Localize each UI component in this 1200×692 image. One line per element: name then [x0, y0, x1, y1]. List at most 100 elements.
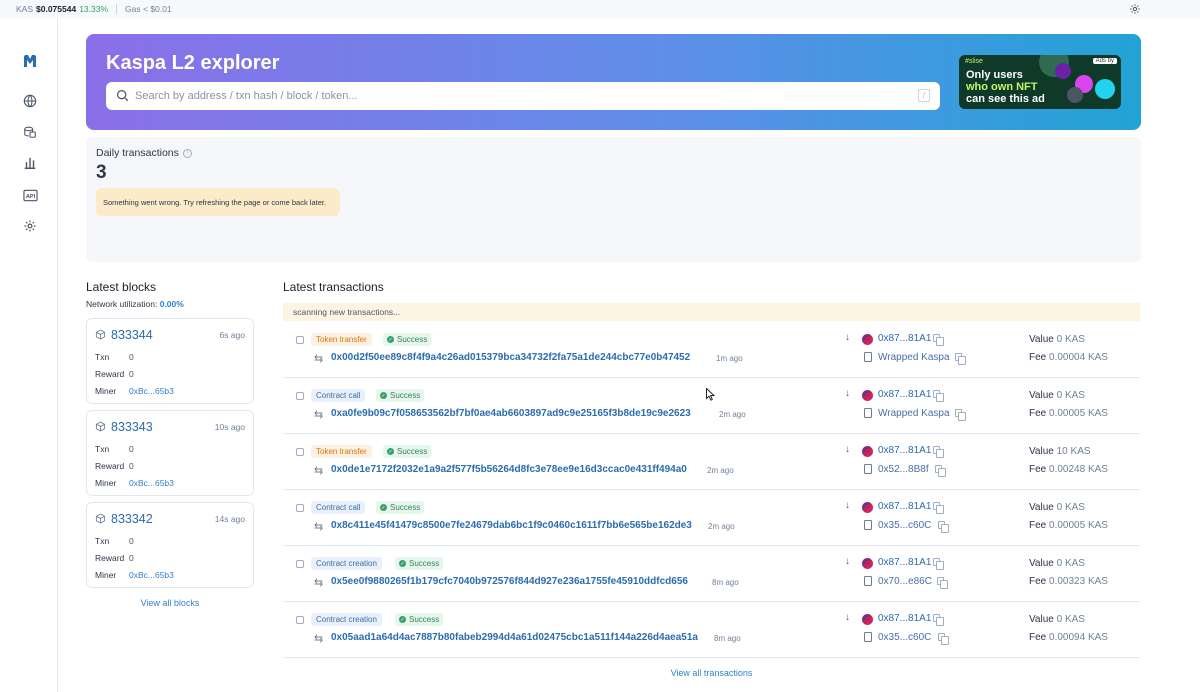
block-number[interactable]: 833343 — [111, 420, 153, 434]
from-address-link[interactable]: 0x87...81A1 — [878, 613, 931, 624]
gear-icon[interactable] — [1129, 3, 1141, 15]
fee-label: Fee — [1029, 352, 1047, 363]
to-address-link[interactable]: Wrapped Kaspa — [878, 408, 950, 419]
globe-icon[interactable] — [21, 92, 39, 110]
view-all-transactions-link[interactable]: View all transactions — [283, 668, 1140, 678]
status-text: Success — [390, 503, 421, 512]
from-address-link[interactable]: 0x87...81A1 — [878, 501, 931, 512]
transaction-hash-link[interactable]: 0x05aad1a64d4ac7887b80fabeb2994d4a61d024… — [331, 632, 698, 643]
to-address-link[interactable]: 0x35...c60C — [878, 632, 931, 643]
transaction-hash-link[interactable]: 0x5ee0f9880265f1b179cfc7040b972576f844d9… — [331, 576, 688, 587]
swap-arrows-icon: ⇆ — [314, 521, 324, 533]
txn-count: 0 — [129, 536, 134, 546]
transaction-hash-link[interactable]: 0x8c411e45f41479c8500e7fe24679dab6bc1f9c… — [331, 520, 692, 531]
status-badge: ✓ Success — [383, 445, 432, 458]
from-address-link[interactable]: 0x87...81A1 — [878, 333, 931, 344]
copy-icon[interactable] — [933, 502, 944, 514]
status-text: Success — [397, 447, 428, 456]
utilization-value: 0.00% — [159, 299, 184, 309]
to-address-link[interactable]: Wrapped Kaspa — [878, 352, 950, 363]
status-badge: ✓ Success — [383, 333, 432, 346]
copy-icon[interactable] — [935, 465, 946, 477]
fee-amount: 0.00323 KAS — [1049, 576, 1108, 587]
transaction-type-badge: Contract call — [311, 389, 366, 402]
transaction-icon — [296, 616, 304, 624]
info-icon[interactable]: i — [182, 148, 192, 158]
kas-label: KAS — [16, 4, 34, 14]
transaction-type-badge: Token transfer — [311, 333, 372, 346]
transaction-icon — [296, 504, 304, 512]
transaction-hash-link[interactable]: 0x00d2f50ee89c8f4f9a4c26ad015379bca34732… — [331, 352, 690, 363]
copy-icon[interactable] — [955, 409, 966, 421]
tokens-icon[interactable] — [21, 123, 39, 141]
copy-icon[interactable] — [933, 614, 944, 626]
copy-icon[interactable] — [933, 446, 944, 458]
to-address-link[interactable]: 0x70...e86C — [878, 576, 932, 587]
copy-icon[interactable] — [933, 334, 944, 346]
transaction-fee: Fee 0.00094 KAS — [1029, 632, 1108, 643]
ad-banner[interactable]: #slise Ads by Only users who own NFT can… — [959, 55, 1121, 109]
contract-icon — [864, 520, 872, 530]
copy-icon[interactable] — [938, 633, 949, 645]
transaction-icon — [296, 336, 304, 344]
miner-address[interactable]: 0xBc...65b3 — [129, 386, 174, 396]
miner-label: Miner — [95, 478, 117, 488]
block-number[interactable]: 833342 — [111, 512, 153, 526]
reward-value: 0 — [129, 369, 134, 379]
address-avatar — [862, 558, 873, 569]
stats-chart-icon[interactable] — [21, 154, 39, 172]
to-address-link[interactable]: 0x35...c60C — [878, 520, 931, 531]
address-avatar — [862, 334, 873, 345]
transaction-icon — [296, 392, 304, 400]
cube-icon — [95, 329, 106, 343]
transaction-hash-link[interactable]: 0xa0fe9b09c7f058653562bf7bf0ae4ab6603897… — [331, 408, 691, 419]
page-title: Kaspa L2 explorer — [106, 52, 280, 74]
miner-address[interactable]: 0xBc...65b3 — [129, 478, 174, 488]
copy-icon[interactable] — [933, 390, 944, 402]
value-unit: KAS — [1064, 334, 1085, 345]
gear-icon[interactable] — [21, 217, 39, 235]
logo-icon[interactable] — [21, 52, 39, 70]
transaction-type-badge: Token transfer — [311, 445, 372, 458]
cube-icon — [95, 421, 106, 435]
daily-transactions-value: 3 — [96, 162, 107, 183]
hero-banner: Kaspa L2 explorer / #slise Ads by Only u… — [86, 34, 1141, 130]
transaction-hash-link[interactable]: 0x0de1e7172f2032e1a9a2f577f5b56264d8fc3e… — [331, 464, 687, 475]
transaction-age: 2m ago — [707, 466, 734, 475]
api-icon[interactable]: API — [21, 186, 39, 204]
search-input[interactable] — [135, 86, 915, 106]
copy-icon[interactable] — [955, 353, 966, 365]
search-bar[interactable]: / — [106, 82, 940, 110]
ad-brand: #slise — [965, 58, 983, 65]
block-number[interactable]: 833344 — [111, 328, 153, 342]
transaction-type-badge: Contract creation — [311, 557, 382, 570]
transaction-fee: Fee 0.00004 KAS — [1029, 352, 1108, 363]
miner-address[interactable]: 0xBc...65b3 — [129, 570, 174, 580]
swap-arrows-icon: ⇆ — [314, 577, 324, 589]
fee-amount: 0.00005 KAS — [1049, 408, 1108, 419]
sidebar: API — [0, 18, 58, 692]
transaction-row: Contract creation ✓ Success ⇆ 0x5ee0f9880… — [283, 546, 1140, 602]
copy-icon[interactable] — [937, 577, 948, 589]
view-all-blocks-link[interactable]: View all blocks — [86, 598, 254, 608]
miner-label: Miner — [95, 570, 117, 580]
transaction-fee: Fee 0.00248 KAS — [1029, 464, 1108, 475]
transaction-icon — [296, 448, 304, 456]
reward-value: 0 — [129, 461, 134, 471]
daily-transactions-title: Daily transactions — [96, 147, 179, 159]
value-amount: 10 — [1056, 446, 1068, 457]
copy-icon[interactable] — [933, 558, 944, 570]
latest-transactions-title: Latest transactions — [283, 280, 384, 294]
status-text: Success — [397, 335, 428, 344]
copy-icon[interactable] — [938, 521, 949, 533]
to-address-link[interactable]: 0x52...8B8f — [878, 464, 929, 475]
from-address-link[interactable]: 0x87...81A1 — [878, 445, 931, 456]
block-miner-row: Miner 0xBc...65b3 — [95, 386, 174, 396]
arrow-down-icon: ↓ — [845, 500, 850, 511]
address-avatar — [862, 446, 873, 457]
from-address-link[interactable]: 0x87...81A1 — [878, 557, 931, 568]
search-icon — [116, 89, 129, 105]
ad-text: can see this ad — [966, 93, 1045, 105]
block-card: 833344 6s ago Txn 0 Reward 0 Miner 0xBc...6… — [86, 318, 254, 404]
from-address-link[interactable]: 0x87...81A1 — [878, 389, 931, 400]
